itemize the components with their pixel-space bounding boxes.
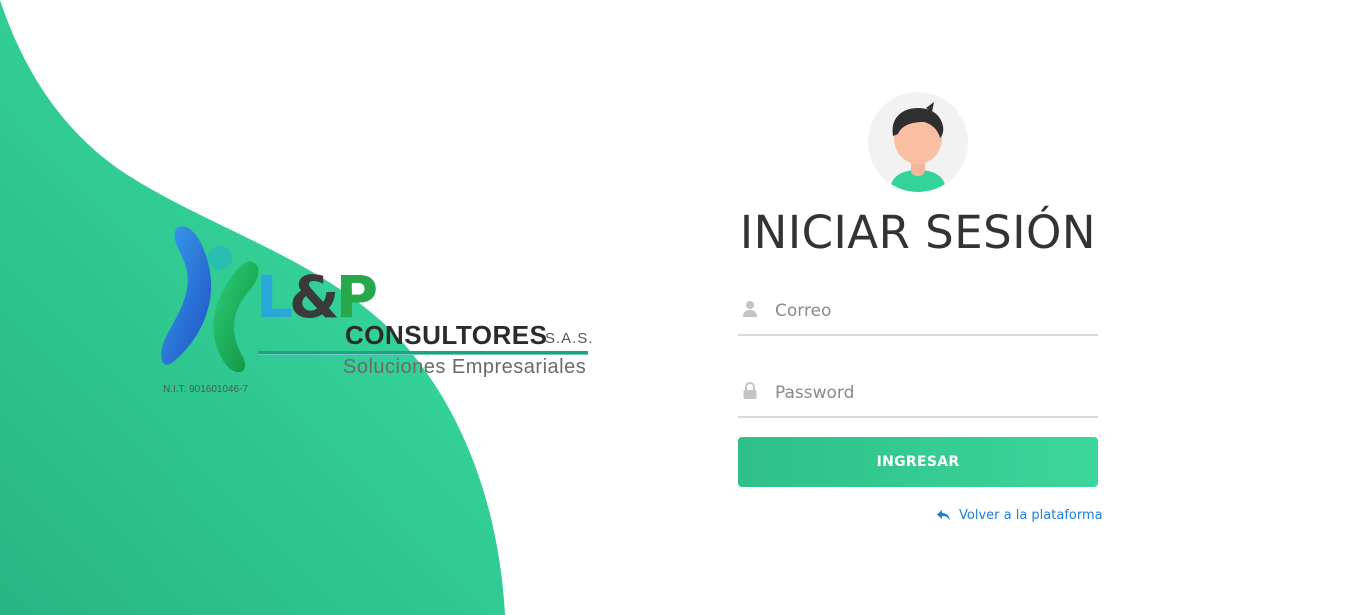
email-input[interactable] — [773, 290, 1097, 332]
avatar — [868, 92, 968, 192]
logo-letter-l: L — [256, 263, 293, 331]
brand-tagline: Soluciones Empresariales — [343, 356, 587, 378]
page-title: INICIAR SESIÓN — [739, 206, 1097, 259]
brand-suffix: S.A.S. — [545, 330, 594, 347]
back-to-platform-link[interactable]: Volver a la plataforma — [936, 506, 1103, 524]
logo-ampersand: & — [288, 263, 340, 331]
back-link-label: Volver a la plataforma — [959, 507, 1103, 523]
email-field-group — [738, 290, 1098, 336]
password-field-group — [738, 372, 1098, 418]
lock-icon — [743, 382, 757, 399]
user-icon — [743, 301, 757, 317]
login-button[interactable]: INGRESAR — [738, 437, 1098, 487]
user-avatar-icon — [890, 102, 946, 192]
brand-nit: N.I.T. 901601046-7 — [163, 384, 249, 395]
logo-divider-accent — [258, 354, 588, 355]
reply-arrow-icon — [937, 509, 950, 521]
logo-figure-icon — [161, 226, 259, 373]
password-input[interactable] — [773, 372, 1097, 414]
brand-name: CONSULTORES — [345, 320, 548, 350]
